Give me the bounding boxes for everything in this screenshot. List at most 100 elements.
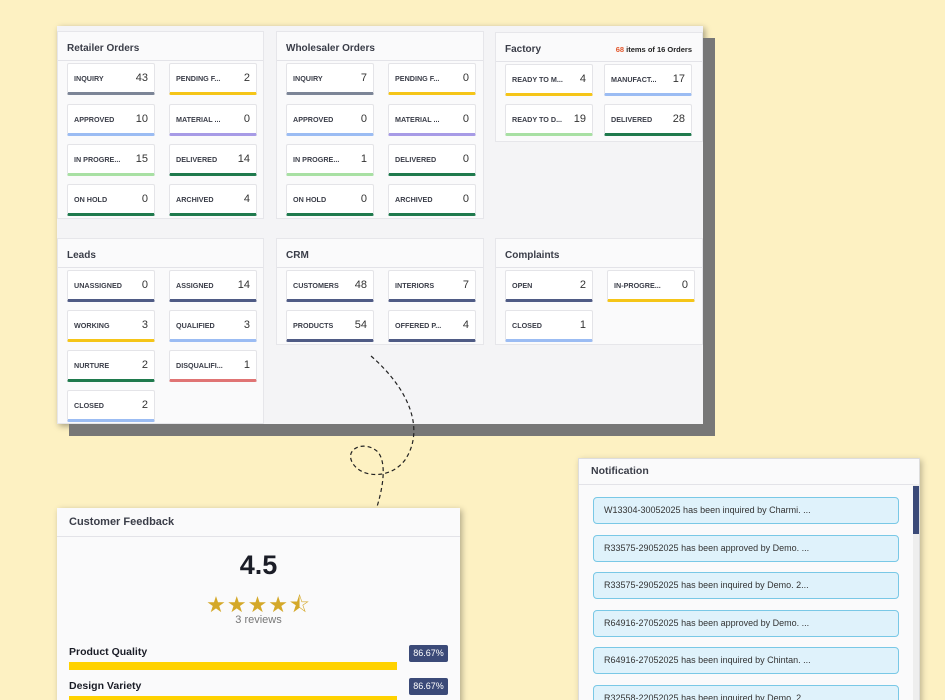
- tile-count: 0: [462, 193, 469, 205]
- feedback-title: Customer Feedback: [69, 516, 175, 528]
- crm-panel: CRM CUSTOMERS 48 INTERIORS 7 PRODUCTS 54 OF…: [276, 238, 484, 345]
- tile-count: 3: [141, 319, 148, 331]
- tile-wholesaler-archived[interactable]: ARCHIVED 0: [388, 184, 476, 216]
- tile-count: 2: [243, 72, 250, 84]
- tile-complaints-in-progress[interactable]: IN-PROGRE... 0: [607, 270, 695, 302]
- tile-label: INQUIRY: [74, 74, 104, 83]
- complaints-panel: Complaints OPEN 2 IN-PROGRE... 0 CLOSED 1: [495, 238, 703, 345]
- notification-item[interactable]: R33575-29052025 has been approved by Dem…: [593, 535, 899, 562]
- tile-label: DELIVERED: [611, 115, 653, 124]
- tile-label: ARCHIVED: [395, 195, 433, 204]
- tile-leads-assigned[interactable]: ASSIGNED 14: [169, 270, 257, 302]
- panel-title: Wholesaler Orders: [286, 43, 375, 54]
- notification-item[interactable]: W13304-30052025 has been inquired by Cha…: [593, 497, 899, 524]
- tile-count: 54: [354, 319, 367, 331]
- tile-count: 15: [135, 153, 148, 165]
- metric-percent-badge: 86.67%: [409, 645, 448, 662]
- tile-label: WORKING: [74, 321, 110, 330]
- retailer-orders-panel: Retailer Orders INQUIRY 43 PENDING F... 2 …: [57, 31, 264, 219]
- tile-leads-nurture[interactable]: NURTURE 2: [67, 350, 155, 382]
- tile-wholesaler-approved[interactable]: APPROVED 0: [286, 104, 374, 136]
- tile-retailer-inquiry[interactable]: INQUIRY 43: [67, 63, 155, 95]
- tile-label: PENDING F...: [395, 74, 440, 83]
- tile-leads-working[interactable]: WORKING 3: [67, 310, 155, 342]
- factory-summary: 68 items of 16 Orders: [616, 45, 692, 54]
- tile-label: CLOSED: [74, 401, 104, 410]
- tile-count: 0: [141, 279, 148, 291]
- divider: [496, 61, 702, 62]
- tile-crm-customers[interactable]: CUSTOMERS 48: [286, 270, 374, 302]
- tile-factory-delivered[interactable]: DELIVERED 28: [604, 104, 692, 136]
- tile-retailer-pending[interactable]: PENDING F... 2: [169, 63, 257, 95]
- tile-crm-interiors[interactable]: INTERIORS 7: [388, 270, 476, 302]
- tile-retailer-archived[interactable]: ARCHIVED 4: [169, 184, 257, 216]
- tile-wholesaler-on-hold[interactable]: ON HOLD 0: [286, 184, 374, 216]
- notification-item[interactable]: R64916-27052025 has been inquired by Chi…: [593, 647, 899, 674]
- metric-progress-fill: [69, 662, 397, 670]
- panel-title: Complaints: [505, 250, 560, 261]
- tile-wholesaler-material[interactable]: MATERIAL ... 0: [388, 104, 476, 136]
- tile-count: 0: [462, 72, 469, 84]
- panel-title: CRM: [286, 250, 309, 261]
- factory-panel: Factory 68 items of 16 Orders READY TO M…: [495, 32, 703, 142]
- tile-count: 0: [360, 193, 367, 205]
- tile-count: 14: [237, 279, 250, 291]
- divider: [58, 267, 263, 268]
- tile-retailer-material[interactable]: MATERIAL ... 0: [169, 104, 257, 136]
- divider: [579, 484, 919, 485]
- review-count: 3 reviews: [235, 614, 282, 626]
- tile-wholesaler-inquiry[interactable]: INQUIRY 7: [286, 63, 374, 95]
- tile-count: 2: [579, 279, 586, 291]
- tile-label: CUSTOMERS: [293, 281, 339, 290]
- scrollbar-thumb[interactable]: [913, 486, 919, 534]
- tile-label: MATERIAL ...: [395, 115, 440, 124]
- notification-item[interactable]: R33575-29052025 has been inquired by Dem…: [593, 572, 899, 599]
- tile-count: 0: [681, 279, 688, 291]
- tile-leads-qualified[interactable]: QUALIFIED 3: [169, 310, 257, 342]
- tile-factory-ready-to-manufacture[interactable]: READY TO M... 4: [505, 64, 593, 96]
- tile-label: READY TO M...: [512, 75, 563, 84]
- tile-leads-closed[interactable]: CLOSED 2: [67, 390, 155, 422]
- notification-item[interactable]: R64916-27052025 has been approved by Dem…: [593, 610, 899, 637]
- tile-label: INTERIORS: [395, 281, 435, 290]
- tile-count: 0: [243, 113, 250, 125]
- tile-retailer-approved[interactable]: APPROVED 10: [67, 104, 155, 136]
- panel-title: Retailer Orders: [67, 43, 140, 54]
- tile-count: 7: [360, 72, 367, 84]
- tile-leads-unassigned[interactable]: UNASSIGNED 0: [67, 270, 155, 302]
- metric-percent-badge: 86.67%: [409, 678, 448, 695]
- tile-count: 0: [462, 113, 469, 125]
- tile-count: 7: [462, 279, 469, 291]
- tile-complaints-open[interactable]: OPEN 2: [505, 270, 593, 302]
- tile-count: 0: [462, 153, 469, 165]
- tile-retailer-delivered[interactable]: DELIVERED 14: [169, 144, 257, 176]
- tile-crm-offered-products[interactable]: OFFERED P... 4: [388, 310, 476, 342]
- metric-label: Product Quality: [69, 646, 148, 658]
- wholesaler-orders-panel: Wholesaler Orders INQUIRY 7 PENDING F... 0…: [276, 31, 484, 219]
- tile-label: PRODUCTS: [293, 321, 334, 330]
- tile-factory-manufacturing[interactable]: MANUFACT... 17: [604, 64, 692, 96]
- tile-count: 2: [141, 399, 148, 411]
- metric-label: Design Variety: [69, 680, 142, 692]
- tile-factory-ready-to-deliver[interactable]: READY TO D... 19: [505, 104, 593, 136]
- tile-retailer-in-progress[interactable]: IN PROGRE... 15: [67, 144, 155, 176]
- tile-count: 43: [135, 72, 148, 84]
- tile-label: APPROVED: [74, 115, 115, 124]
- notification-item[interactable]: R32558-22052025 has been inquired by Dem…: [593, 685, 899, 700]
- divider: [277, 60, 483, 61]
- tile-label: QUALIFIED: [176, 321, 215, 330]
- tile-wholesaler-delivered[interactable]: DELIVERED 0: [388, 144, 476, 176]
- tile-label: APPROVED: [293, 115, 334, 124]
- tile-retailer-on-hold[interactable]: ON HOLD 0: [67, 184, 155, 216]
- tile-label: PENDING F...: [176, 74, 221, 83]
- tile-wholesaler-pending[interactable]: PENDING F... 0: [388, 63, 476, 95]
- tile-complaints-closed[interactable]: CLOSED 1: [505, 310, 593, 342]
- divider: [277, 267, 483, 268]
- leads-panel: Leads UNASSIGNED 0 ASSIGNED 14 WORKING 3 QU…: [57, 238, 264, 424]
- tile-leads-disqualified[interactable]: DISQUALIFI... 1: [169, 350, 257, 382]
- tile-wholesaler-in-progress[interactable]: IN PROGRE... 1: [286, 144, 374, 176]
- tile-label: OFFERED P...: [395, 321, 442, 330]
- tile-crm-products[interactable]: PRODUCTS 54: [286, 310, 374, 342]
- tile-label: DISQUALIFI...: [176, 361, 223, 370]
- factory-summary-text: items of 16 Orders: [626, 45, 692, 54]
